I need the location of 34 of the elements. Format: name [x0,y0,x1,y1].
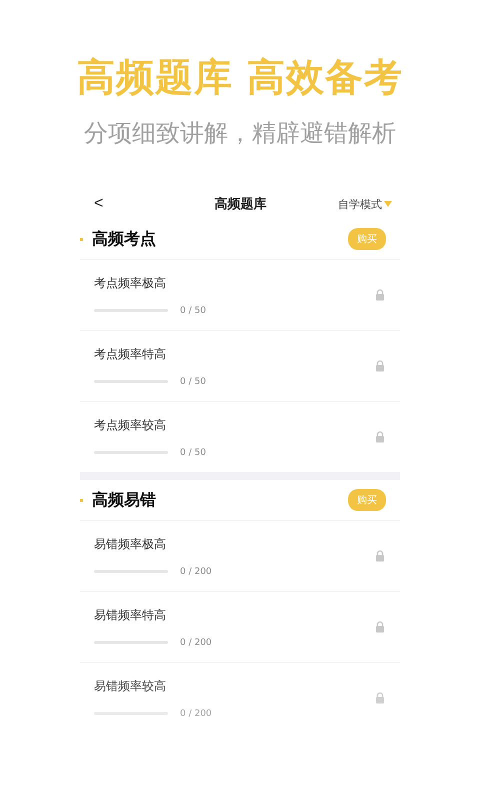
topic-row[interactable]: 易错频率特高 0 / 200 [80,591,400,662]
section-title: 高频考点 [92,228,157,250]
topic-name: 考点频率特高 [94,346,167,362]
progress-count: 0 / 50 [180,306,206,316]
caret-icon [384,201,392,207]
lock-icon [374,550,386,562]
topic-row[interactable]: 易错频率极高 0 / 200 [80,520,400,591]
topic-row[interactable]: 易错频率较高 0 / 200 [80,662,400,733]
lock-icon [374,692,386,704]
topic-name: 易错频率特高 [94,606,167,624]
progress-count: 0 / 200 [180,566,212,576]
page-title: 高频题库 [214,196,267,213]
lock-icon [374,360,386,372]
lock-icon [374,621,386,633]
subtitle: 分项细致讲解，精辟避错解析 [84,118,396,149]
back-button[interactable]: < [94,195,104,213]
topic-name: 考点频率极高 [94,274,167,292]
lock-icon [374,289,386,301]
section-title: 高频易错 [92,490,157,510]
headline: 高频题库 高效备考 [76,54,404,101]
progress-count: 0 / 200 [180,638,212,648]
section-marker [78,498,83,502]
lock-icon [374,431,386,443]
progress-count: 0 / 200 [180,708,212,718]
progress-count: 0 / 50 [180,448,206,458]
topic-row[interactable]: 考点频率极高 0 / 50 [80,259,400,330]
mode-dropdown[interactable]: 自学模式 [338,196,392,212]
topic-name: 易错频率较高 [94,678,167,694]
topic-name: 易错频率极高 [94,536,167,552]
section-marker [78,238,83,240]
topic-row[interactable]: 考点频率较高 0 / 50 [80,401,400,472]
topic-row[interactable]: 考点频率特高 0 / 50 [80,330,400,401]
topic-name: 考点频率较高 [94,416,167,434]
progress-count: 0 / 50 [180,376,206,386]
